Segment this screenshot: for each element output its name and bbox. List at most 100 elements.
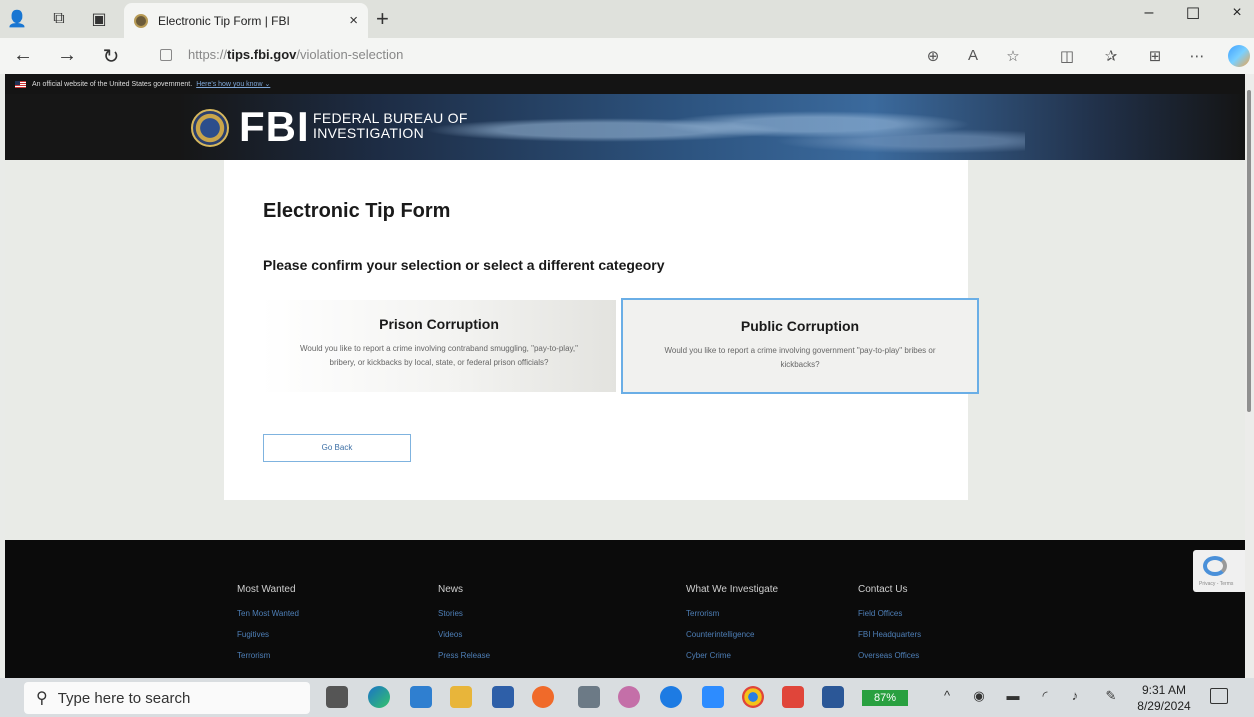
- file-explorer-icon[interactable]: [450, 686, 472, 708]
- selection-prompt: Please confirm your selection or select …: [263, 257, 665, 273]
- windows-taskbar: ⚲ Type here to search 87% ^ ◉ ▬ ◜ ♪ ✎ 9:…: [0, 678, 1254, 717]
- url-field[interactable]: https:// tips.fbi.gov /violation-selecti…: [160, 47, 403, 62]
- logo-sub-line1: FEDERAL BUREAU OF: [313, 110, 468, 126]
- footer-link[interactable]: FBI Headquarters: [858, 630, 921, 639]
- edge-icon[interactable]: [368, 686, 390, 708]
- collections-icon[interactable]: ⊞: [1144, 47, 1166, 65]
- workspaces-icon[interactable]: ⧉: [48, 8, 70, 30]
- footer-link[interactable]: Terrorism: [686, 609, 778, 618]
- search-icon: ⚲: [36, 690, 48, 707]
- category-card-prison-corruption[interactable]: Prison Corruption Would you like to repo…: [262, 300, 616, 392]
- tab-title: Electronic Tip Form | FBI: [158, 13, 290, 28]
- fbi-logo-text[interactable]: FBI: [239, 106, 310, 148]
- url-path: /violation-selection: [296, 47, 404, 62]
- fbi-seal-icon[interactable]: [191, 109, 229, 147]
- page-viewport: An official website of the United States…: [5, 74, 1245, 678]
- url-scheme: https://: [188, 47, 228, 62]
- recaptcha-text[interactable]: Privacy - Terms: [1199, 581, 1233, 587]
- calculator-icon[interactable]: [578, 686, 600, 708]
- footer-link[interactable]: Counterintelligence: [686, 630, 778, 639]
- profile-icon[interactable]: 👤: [6, 8, 28, 30]
- footer-link[interactable]: Press Release: [438, 651, 490, 660]
- footer-link[interactable]: Overseas Offices: [858, 651, 921, 660]
- chrome-icon[interactable]: [742, 686, 764, 708]
- recaptcha-icon: [1203, 556, 1227, 576]
- volume-icon[interactable]: ♪: [1066, 688, 1084, 703]
- tab-actions-icon[interactable]: ▣: [88, 8, 110, 30]
- favorite-star-icon[interactable]: ☆: [1002, 47, 1024, 65]
- card-description: Would you like to report a crime involvi…: [300, 344, 578, 367]
- copilot-icon[interactable]: [1228, 45, 1250, 67]
- wifi-icon[interactable]: ◜: [1036, 688, 1054, 704]
- card-description: Would you like to report a crime involvi…: [664, 346, 936, 369]
- us-flag-icon: [15, 80, 26, 88]
- logo-sub-line2: INVESTIGATION: [313, 125, 424, 141]
- tab-close-icon[interactable]: ×: [349, 12, 358, 29]
- gov-banner: An official website of the United States…: [5, 74, 1245, 94]
- forward-arrow-icon[interactable]: →: [54, 44, 80, 67]
- close-window-button[interactable]: ×: [1222, 4, 1252, 22]
- page-scrollbar[interactable]: [1245, 74, 1254, 678]
- back-arrow-icon[interactable]: ←: [10, 44, 36, 67]
- tray-app-icon[interactable]: ◉: [970, 688, 988, 704]
- word-icon[interactable]: [822, 686, 844, 708]
- taskbar-search[interactable]: ⚲ Type here to search: [24, 682, 310, 714]
- footer-heading: Contact Us: [858, 584, 908, 595]
- battery-indicator[interactable]: 87%: [862, 690, 908, 706]
- more-options-icon[interactable]: ⋯: [1186, 47, 1208, 65]
- clock-date: 8/29/2024: [1137, 699, 1191, 713]
- footer-link[interactable]: Ten Most Wanted: [237, 609, 299, 618]
- footer-heading: Most Wanted: [237, 584, 296, 595]
- chevron-up-icon[interactable]: ^: [938, 688, 956, 703]
- page-title: Electronic Tip Form: [263, 200, 451, 222]
- footer-column-what-we-investigate: What We Investigate Terrorism Counterint…: [686, 584, 778, 672]
- footer-link[interactable]: Cyber Crime: [686, 651, 778, 660]
- category-card-public-corruption[interactable]: Public Corruption Would you like to repo…: [621, 298, 979, 394]
- gov-banner-text: An official website of the United States…: [32, 80, 193, 88]
- snipping-tool-icon[interactable]: [618, 686, 640, 708]
- battery-icon[interactable]: ▬: [1004, 688, 1022, 703]
- recaptcha-badge[interactable]: Privacy - Terms: [1193, 550, 1245, 592]
- clock-time: 9:31 AM: [1141, 683, 1187, 697]
- pen-icon[interactable]: ✎: [1102, 688, 1120, 704]
- favorites-icon[interactable]: ✰: [1100, 47, 1122, 65]
- footer-column-most-wanted: Most Wanted Ten Most Wanted Fugitives Te…: [237, 584, 299, 672]
- taskbar-clock[interactable]: 9:31 AM 8/29/2024: [1130, 682, 1198, 714]
- lock-icon: [160, 48, 172, 61]
- footer-heading: News: [438, 584, 464, 595]
- url-domain: tips.fbi.gov: [227, 47, 297, 62]
- address-bar: ← → ↻ https:// tips.fbi.gov /violation-s…: [0, 38, 1254, 74]
- zoom-icon[interactable]: ⊕: [922, 47, 944, 65]
- footer-link[interactable]: Videos: [438, 630, 490, 639]
- teamviewer-icon[interactable]: [660, 686, 682, 708]
- world-map-graphic: [425, 102, 1025, 158]
- go-back-button[interactable]: Go Back: [263, 434, 411, 462]
- anydesk-icon[interactable]: [782, 686, 804, 708]
- footer-link[interactable]: Terrorism: [237, 651, 299, 660]
- footer-column-news: News Stories Videos Press Release: [438, 584, 490, 672]
- gov-banner-link[interactable]: Here's how you know ⌄: [196, 80, 270, 88]
- app-icon-orange[interactable]: [532, 686, 554, 708]
- fbi-favicon-icon: [134, 13, 148, 28]
- footer-link[interactable]: Field Offices: [858, 609, 921, 618]
- zoom-app-icon[interactable]: [702, 686, 724, 708]
- refresh-icon[interactable]: ↻: [98, 44, 124, 69]
- notification-icon[interactable]: [1210, 688, 1228, 704]
- new-tab-button[interactable]: +: [376, 6, 389, 32]
- scrollbar-thumb[interactable]: [1247, 90, 1251, 412]
- footer-heading: What We Investigate: [686, 584, 779, 595]
- lync-icon[interactable]: [492, 686, 514, 708]
- task-view-icon[interactable]: [326, 686, 348, 708]
- fbi-logo-subtitle: FEDERAL BUREAU OF INVESTIGATION: [313, 111, 468, 141]
- card-title: Public Corruption: [740, 318, 860, 334]
- footer-link[interactable]: Stories: [438, 609, 490, 618]
- mail-icon[interactable]: [410, 686, 432, 708]
- split-screen-icon[interactable]: ◫: [1056, 47, 1078, 65]
- read-aloud-icon[interactable]: A: [962, 47, 984, 64]
- minimize-button[interactable]: –: [1134, 4, 1164, 22]
- browser-tab[interactable]: Electronic Tip Form | FBI ×: [124, 3, 368, 38]
- card-title: Prison Corruption: [379, 316, 499, 332]
- maximize-button[interactable]: ☐: [1178, 4, 1208, 24]
- tip-form-panel: Electronic Tip Form Please confirm your …: [224, 160, 979, 500]
- footer-link[interactable]: Fugitives: [237, 630, 299, 639]
